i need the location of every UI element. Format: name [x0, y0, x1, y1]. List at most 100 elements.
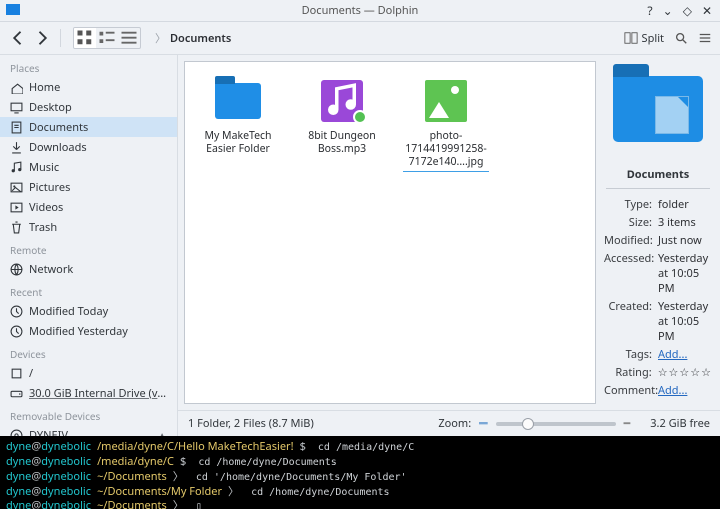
- info-value: Just now: [658, 233, 712, 248]
- info-row: Comment: Add...: [604, 381, 712, 399]
- forward-button[interactable]: [32, 28, 52, 48]
- info-key: Accessed:: [604, 251, 652, 296]
- details-view-button[interactable]: [118, 28, 140, 48]
- split-button[interactable]: Split: [624, 31, 664, 46]
- free-space: 3.2 GiB free: [650, 416, 710, 431]
- places-item-label: 30.0 GiB Internal Drive (vda2): [29, 386, 167, 401]
- file-name: My MakeTech Easier Folder: [195, 130, 281, 156]
- main-panel: My MakeTech Easier Folder 8bit Dungeon Bo…: [178, 55, 720, 436]
- info-row: Tags:Add...: [604, 345, 712, 363]
- documents-icon: [10, 121, 23, 134]
- window-title: Documents — Dolphin: [302, 3, 419, 18]
- places-item-downloads[interactable]: Downloads: [0, 137, 177, 157]
- app-icon: [6, 4, 20, 15]
- maximize-button[interactable]: ◇: [683, 2, 692, 19]
- compact-view-button[interactable]: [96, 28, 118, 48]
- places-item-label: Documents: [29, 120, 167, 135]
- optical-icon: [10, 429, 23, 437]
- content-area: Places Home Desktop Documents Downloads Music…: [0, 55, 720, 436]
- help-button[interactable]: ?: [647, 2, 652, 19]
- close-button[interactable]: ✕: [702, 2, 712, 19]
- info-row: Type: folder: [604, 195, 712, 213]
- places-panel: Places Home Desktop Documents Downloads Music…: [0, 55, 178, 436]
- places-item-home[interactable]: Home: [0, 77, 177, 97]
- zoom-control: Zoom: ━ ━: [438, 414, 630, 433]
- file-name: photo-1714419991258-7172e140....jpg: [403, 130, 489, 172]
- info-panel: Documents Type:folderSize:3 itemsModifie…: [602, 55, 720, 404]
- chevron-right-icon: 〉: [155, 30, 166, 46]
- eject-icon[interactable]: ▲: [157, 428, 167, 436]
- toolbar: 〉 Documents Split: [0, 22, 720, 55]
- terminal-panel[interactable]: dyne@dynebolic /media/dyne/C/Hello MakeT…: [0, 436, 720, 509]
- places-section-header: Remote: [0, 237, 177, 259]
- zoom-label: Zoom:: [438, 416, 471, 431]
- pictures-icon: [10, 181, 23, 194]
- places-item-trash[interactable]: Trash: [0, 217, 177, 237]
- places-item-label: Pictures: [29, 180, 167, 195]
- places-item--[interactable]: /: [0, 363, 177, 383]
- back-button[interactable]: [8, 28, 28, 48]
- zoom-in-icon[interactable]: ━: [624, 416, 631, 431]
- breadcrumb[interactable]: 〉 Documents: [151, 27, 614, 49]
- audio-icon: [321, 80, 363, 122]
- info-value: Yesterday at 10:05 PM: [658, 299, 712, 344]
- places-item-music[interactable]: Music: [0, 157, 177, 177]
- places-item-label: Modified Yesterday: [29, 324, 167, 339]
- info-value: 3 items: [658, 215, 712, 230]
- zoom-out-icon[interactable]: ━: [479, 414, 487, 433]
- file-item[interactable]: photo-1714419991258-7172e140....jpg: [403, 78, 489, 172]
- file-item[interactable]: 8bit Dungeon Boss.mp3: [299, 78, 385, 156]
- trash-icon: [10, 221, 23, 234]
- info-key: Modified:: [604, 233, 652, 248]
- places-item-label: Home: [29, 80, 167, 95]
- places-item-30-0-gib-internal-drive-vda2-[interactable]: 30.0 GiB Internal Drive (vda2): [0, 383, 177, 403]
- menu-icon[interactable]: [698, 31, 712, 45]
- info-row: Accessed:Yesterday at 10:05 PM: [604, 249, 712, 297]
- places-item-label: Desktop: [29, 100, 167, 115]
- search-icon[interactable]: [674, 31, 688, 45]
- places-item-label: Videos: [29, 200, 167, 215]
- info-value: ☆☆☆☆☆: [658, 365, 712, 380]
- window-controls: ? ⌄ ◇ ✕: [647, 2, 712, 19]
- network-icon: [10, 263, 23, 276]
- places-item-dyneiv[interactable]: DYNEIV▲: [0, 425, 177, 436]
- info-key: Created:: [604, 299, 652, 344]
- info-row: Rating:☆☆☆☆☆: [604, 363, 712, 381]
- info-value[interactable]: Add...: [658, 347, 712, 362]
- places-item-label: Network: [29, 262, 167, 277]
- zoom-slider[interactable]: [496, 422, 616, 426]
- info-heading: Documents: [606, 161, 710, 189]
- clock-icon: [10, 325, 23, 338]
- info-value: folder: [658, 197, 712, 212]
- places-section-header: Devices: [0, 341, 177, 363]
- places-item-desktop[interactable]: Desktop: [0, 97, 177, 117]
- places-item-label: Music: [29, 160, 167, 175]
- file-view[interactable]: My MakeTech Easier Folder 8bit Dungeon Bo…: [184, 61, 596, 404]
- file-item[interactable]: My MakeTech Easier Folder: [195, 78, 281, 156]
- info-row: Modified: Just now: [604, 231, 712, 249]
- places-item-documents[interactable]: Documents: [0, 117, 177, 137]
- places-item-videos[interactable]: Videos: [0, 197, 177, 217]
- info-key: Type:: [604, 197, 652, 212]
- places-section-header: Places: [0, 55, 177, 77]
- icon-view-button[interactable]: [74, 28, 96, 48]
- clock-icon: [10, 305, 23, 318]
- places-item-network[interactable]: Network: [0, 259, 177, 279]
- status-summary: 1 Folder, 2 Files (8.7 MiB): [188, 416, 314, 431]
- status-bar: 1 Folder, 2 Files (8.7 MiB) Zoom: ━ ━ 3.…: [178, 410, 720, 436]
- downloads-icon: [10, 141, 23, 154]
- videos-icon: [10, 201, 23, 214]
- minimize-button[interactable]: ⌄: [663, 2, 673, 19]
- places-section-header: Removable Devices: [0, 403, 177, 425]
- breadcrumb-current[interactable]: Documents: [170, 31, 231, 46]
- drive-icon: [10, 387, 23, 400]
- places-item-modified-yesterday[interactable]: Modified Yesterday: [0, 321, 177, 341]
- info-key: Comment:: [604, 383, 652, 398]
- places-item-modified-today[interactable]: Modified Today: [0, 301, 177, 321]
- root-icon: [10, 367, 23, 380]
- info-value[interactable]: Add...: [658, 383, 712, 398]
- info-row: Size:3 items: [604, 213, 712, 231]
- image-icon: [425, 80, 467, 122]
- places-item-pictures[interactable]: Pictures: [0, 177, 177, 197]
- home-icon: [10, 81, 23, 94]
